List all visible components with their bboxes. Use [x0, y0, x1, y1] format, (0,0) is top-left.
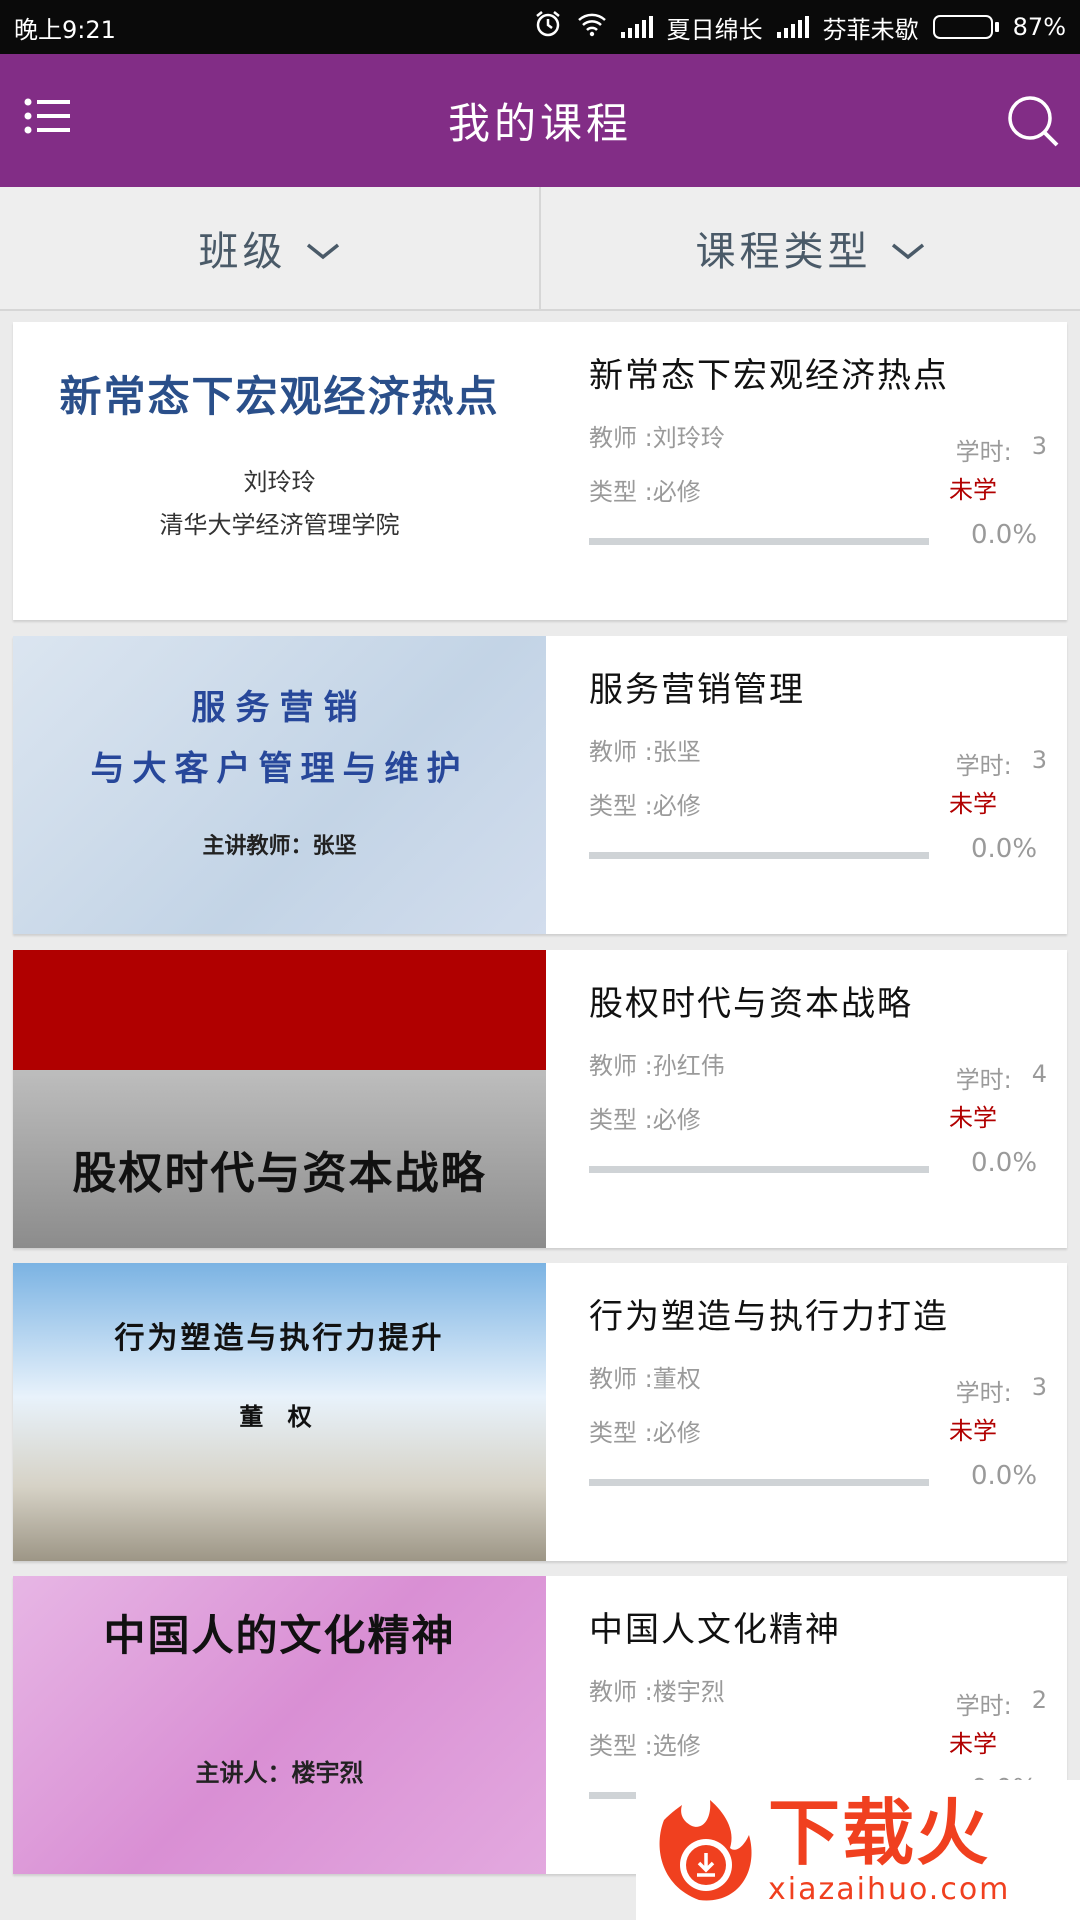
carrier-2: 芬菲未歇	[822, 15, 919, 44]
course-teacher: 教师 :孙红伟	[589, 1052, 725, 1080]
hours-label: 学时:	[955, 438, 1012, 466]
course-type-filter-dropdown[interactable]: 课程类型	[541, 187, 1080, 309]
thumbnail-subtitle: 与大客户管理与维护	[90, 749, 469, 789]
status-time: 晚上9:21	[14, 15, 116, 44]
course-hours: 学时: 3	[956, 1373, 1047, 1408]
course-info: 行为塑造与执行力打造 教师 :董权 类型 :必修 学时: 3 未学 0.0%	[573, 1263, 1067, 1561]
progress-percent: 0.0%	[971, 1461, 1038, 1491]
course-card[interactable]: 股权时代与资本战略 股权时代与资本战略 教师 :孙红伟 类型 :必修 学时: 4 …	[13, 950, 1067, 1248]
carrier-1: 夏日绵长	[666, 15, 763, 44]
signal-icon-2	[776, 16, 809, 38]
course-info: 新常态下宏观经济热点 教师 :刘玲玲 类型 :必修 学时: 3 未学 0.0%	[573, 322, 1067, 620]
thumbnail-title: 中国人的文化精神	[103, 1611, 456, 1660]
course-hours: 学时: 4	[956, 1060, 1047, 1095]
chevron-down-icon	[305, 225, 341, 271]
progress-bar	[589, 1166, 929, 1173]
course-card[interactable]: 新常态下宏观经济热点 刘玲玲 清华大学经济管理学院 新常态下宏观经济热点 教师 …	[13, 322, 1067, 620]
hours-value: 3	[1031, 746, 1047, 774]
progress-percent: 0.0%	[971, 834, 1038, 864]
course-title: 行为塑造与执行力打造	[589, 1297, 949, 1337]
hours-value: 4	[1031, 1060, 1047, 1088]
course-hours: 学时: 3	[956, 432, 1047, 467]
status-bar: 晚上9:21 夏日绵长 芬菲未歇 87%	[0, 0, 1080, 54]
course-card[interactable]: 服务营销 与大客户管理与维护 主讲教师：张坚 服务营销管理 教师 :张坚 类型 …	[13, 636, 1067, 934]
thumbnail-title: 新常态下宏观经济热点	[59, 371, 500, 421]
thumbnail-institution: 清华大学经济管理学院	[159, 510, 400, 539]
course-type-filter-label: 课程类型	[695, 229, 872, 275]
course-type: 类型 :必修	[589, 1419, 701, 1447]
course-teacher: 教师 :刘玲玲	[589, 424, 725, 452]
course-card[interactable]: 行为塑造与执行力提升 董 权 行为塑造与执行力打造 教师 :董权 类型 :必修 …	[13, 1263, 1067, 1561]
course-type: 类型 :必修	[589, 478, 701, 506]
battery-percent: 87%	[1012, 13, 1066, 41]
thumbnail-lecturer: 主讲人：楼宇烈	[195, 1759, 364, 1787]
course-teacher: 教师 :张坚	[589, 738, 701, 766]
course-title: 股权时代与资本战略	[589, 984, 913, 1024]
thumbnail-title: 服务营销	[191, 688, 368, 728]
thumbnail-red-band	[13, 950, 546, 1070]
course-type: 类型 :选修	[589, 1732, 701, 1760]
course-type: 类型 :必修	[589, 792, 701, 820]
watermark-url: xiazaihuo.com	[768, 1871, 1011, 1907]
chevron-down-icon	[890, 225, 926, 271]
course-status: 未学	[949, 1730, 997, 1758]
progress-percent: 0.0%	[971, 1148, 1038, 1178]
hours-label: 学时:	[955, 752, 1012, 780]
watermark-brand: 下载火	[768, 1790, 991, 1875]
course-info: 股权时代与资本战略 教师 :孙红伟 类型 :必修 学时: 4 未学 0.0%	[573, 950, 1067, 1248]
course-teacher: 教师 :楼宇烈	[589, 1678, 725, 1706]
course-thumbnail: 服务营销 与大客户管理与维护 主讲教师：张坚	[13, 636, 546, 934]
course-thumbnail: 行为塑造与执行力提升 董 权	[13, 1263, 546, 1561]
page-title: 我的课程	[447, 99, 632, 148]
hours-label: 学时:	[955, 1692, 1012, 1720]
course-info: 服务营销管理 教师 :张坚 类型 :必修 学时: 3 未学 0.0%	[573, 636, 1067, 934]
progress-percent: 0.0%	[971, 520, 1038, 550]
course-title: 新常态下宏观经济热点	[589, 356, 949, 396]
alarm-icon	[533, 9, 563, 45]
battery-icon	[932, 15, 999, 39]
thumbnail-lecturer: 董 权	[239, 1402, 320, 1431]
course-hours: 学时: 2	[956, 1686, 1047, 1721]
course-thumbnail: 新常态下宏观经济热点 刘玲玲 清华大学经济管理学院	[13, 322, 546, 620]
course-hours: 学时: 3	[956, 746, 1047, 781]
thumbnail-grey-band: 股权时代与资本战略	[13, 1070, 546, 1248]
status-indicators: 夏日绵长 芬菲未歇 87%	[533, 9, 1066, 45]
course-status: 未学	[949, 476, 997, 504]
hours-value: 3	[1031, 432, 1047, 460]
course-title: 服务营销管理	[589, 670, 805, 710]
hours-label: 学时:	[955, 1066, 1012, 1094]
course-teacher: 教师 :董权	[589, 1365, 701, 1393]
thumbnail-title: 股权时代与资本战略	[72, 1148, 487, 1199]
course-thumbnail: 中国人的文化精神 主讲人：楼宇烈	[13, 1576, 546, 1874]
hours-value: 2	[1031, 1686, 1047, 1714]
course-type: 类型 :必修	[589, 1106, 701, 1134]
hours-label: 学时:	[955, 1379, 1012, 1407]
signal-icon	[620, 16, 653, 38]
progress-bar	[589, 538, 929, 545]
course-status: 未学	[949, 1104, 997, 1132]
progress-bar	[589, 852, 929, 859]
thumbnail-title: 行为塑造与执行力提升	[114, 1320, 445, 1356]
wifi-icon	[577, 11, 607, 43]
app-bar: 我的课程	[0, 54, 1080, 187]
class-filter-dropdown[interactable]: 班级	[0, 187, 541, 309]
watermark: 下载火 xiazaihuo.com	[636, 1780, 1080, 1920]
class-filter-label: 班级	[198, 229, 287, 275]
search-icon[interactable]	[1004, 92, 1062, 150]
thumbnail-lecturer: 刘玲玲	[243, 467, 316, 496]
course-status: 未学	[949, 790, 997, 818]
course-status: 未学	[949, 1417, 997, 1445]
thumbnail-lecturer: 主讲教师：张坚	[202, 834, 357, 859]
flame-logo-icon	[644, 1790, 764, 1910]
progress-bar	[589, 1479, 929, 1486]
course-thumbnail: 股权时代与资本战略	[13, 950, 546, 1248]
course-title: 中国人文化精神	[589, 1610, 841, 1650]
hours-value: 3	[1031, 1373, 1047, 1401]
filter-bar: 班级 课程类型	[0, 187, 1080, 311]
